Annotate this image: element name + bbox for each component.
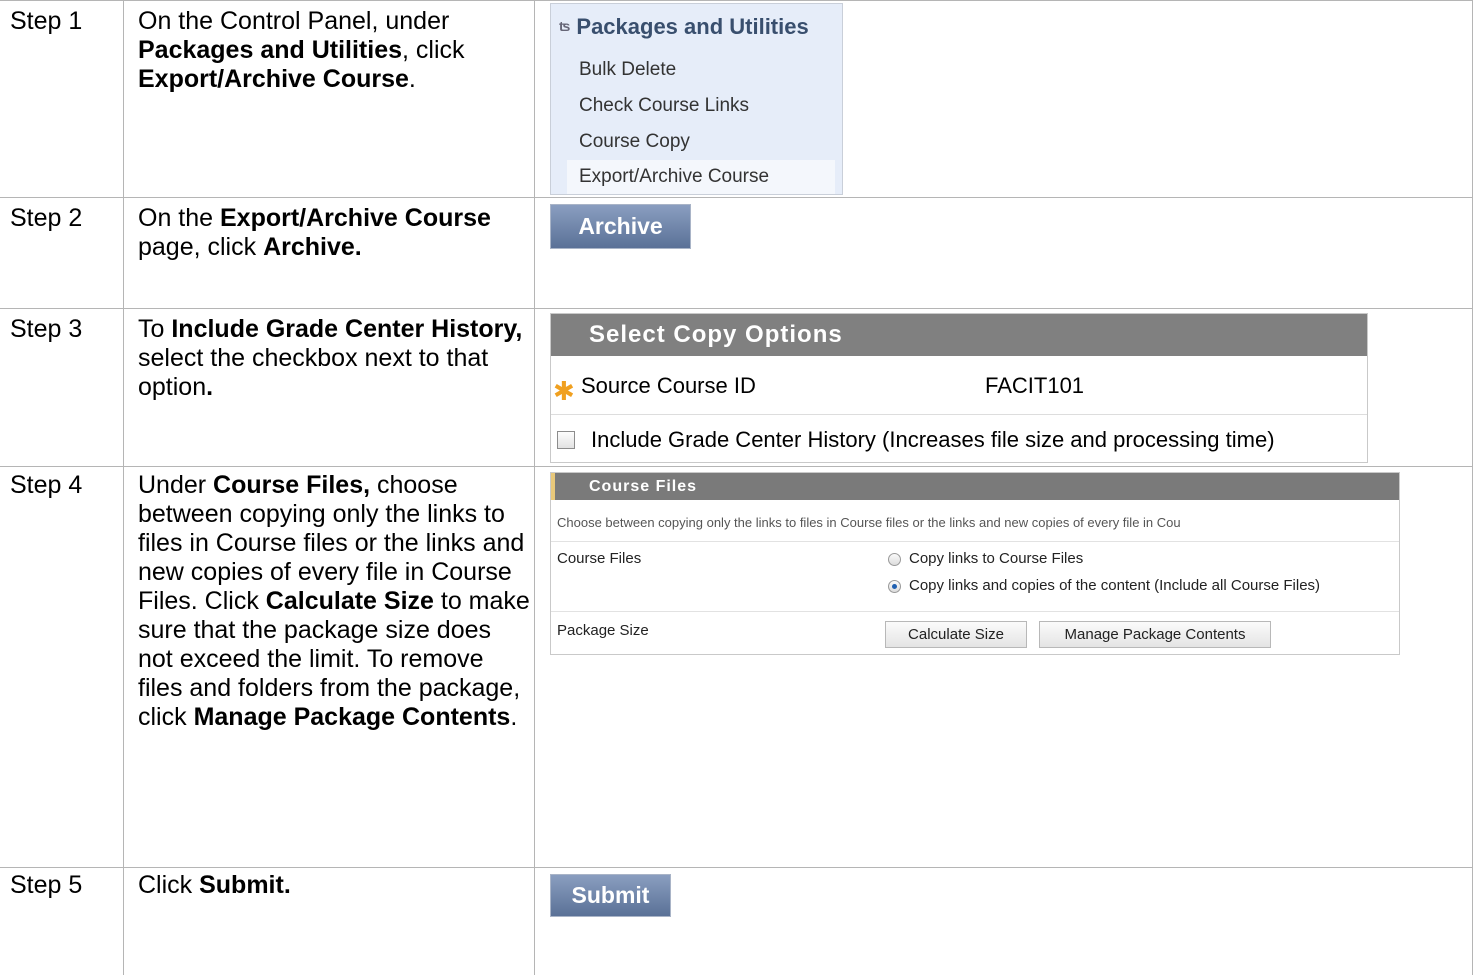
course-files-label: Course Files — [557, 550, 642, 567]
copy-links-label[interactable]: Copy links to Course Files — [909, 550, 1083, 567]
course-files-panel: Course Files Choose between copying only… — [550, 472, 1400, 655]
step4-instruction: Under Course Files, choose between copyi… — [138, 471, 530, 731]
step3-instruction: To Include Grade Center History, select … — [138, 315, 523, 401]
packages-utilities-menu: ʦ Packages and Utilities Bulk Delete Chec… — [550, 3, 843, 195]
menu-item-check-course-links[interactable]: Check Course Links — [579, 95, 749, 117]
step-label: Step 4 — [10, 471, 83, 499]
menu-item-course-copy[interactable]: Course Copy — [579, 131, 690, 153]
step1-instruction: On the Control Panel, under Packages and… — [138, 7, 465, 93]
package-size-label: Package Size — [557, 622, 649, 639]
row-divider — [0, 867, 1473, 868]
panel-header: Select Copy Options — [551, 314, 1367, 356]
column-divider — [534, 0, 535, 975]
include-grade-history-checkbox[interactable] — [557, 431, 575, 449]
copy-links-and-content-label[interactable]: Copy links and copies of the content (In… — [909, 577, 1320, 594]
select-copy-options-panel: Select Copy Options ✱ Source Course ID F… — [550, 313, 1368, 463]
required-star-icon: ✱ — [553, 376, 575, 406]
divider — [551, 414, 1367, 415]
course-files-description: Choose between copying only the links to… — [557, 515, 1181, 530]
step5-instruction: Click Submit. — [138, 871, 291, 899]
source-course-id-value: FACIT101 — [985, 373, 1085, 398]
panel-header: Course Files — [551, 473, 1399, 500]
calculate-size-button[interactable]: Calculate Size — [885, 621, 1027, 648]
include-grade-history-label[interactable]: Include Grade Center History (Increases … — [591, 427, 1275, 453]
menu-header[interactable]: ʦ Packages and Utilities — [559, 14, 809, 40]
step-label: Step 2 — [10, 204, 83, 232]
copy-links-radio[interactable] — [888, 553, 901, 566]
archive-button[interactable]: Archive — [550, 204, 691, 249]
copy-links-and-content-radio[interactable] — [888, 580, 901, 593]
divider — [551, 541, 1399, 542]
row-divider — [0, 197, 1473, 198]
row-divider — [0, 466, 1473, 467]
step-label: Step 3 — [10, 315, 83, 343]
column-divider — [123, 0, 124, 975]
menu-title: Packages and Utilities — [576, 14, 809, 39]
step2-instruction: On the Export/Archive Course page, click… — [138, 204, 491, 261]
divider — [551, 611, 1399, 612]
collapse-chevron-icon[interactable]: ʦ — [559, 18, 570, 34]
menu-item-export-archive[interactable]: Export/Archive Course — [567, 160, 835, 194]
source-course-id-label: Source Course ID — [581, 373, 756, 398]
menu-item-bulk-delete[interactable]: Bulk Delete — [579, 59, 676, 81]
submit-button[interactable]: Submit — [550, 874, 671, 917]
step-label: Step 5 — [10, 871, 83, 899]
step-label: Step 1 — [10, 7, 83, 35]
row-divider — [0, 308, 1473, 309]
manage-package-contents-button[interactable]: Manage Package Contents — [1039, 621, 1271, 648]
row-divider — [0, 0, 1473, 1]
